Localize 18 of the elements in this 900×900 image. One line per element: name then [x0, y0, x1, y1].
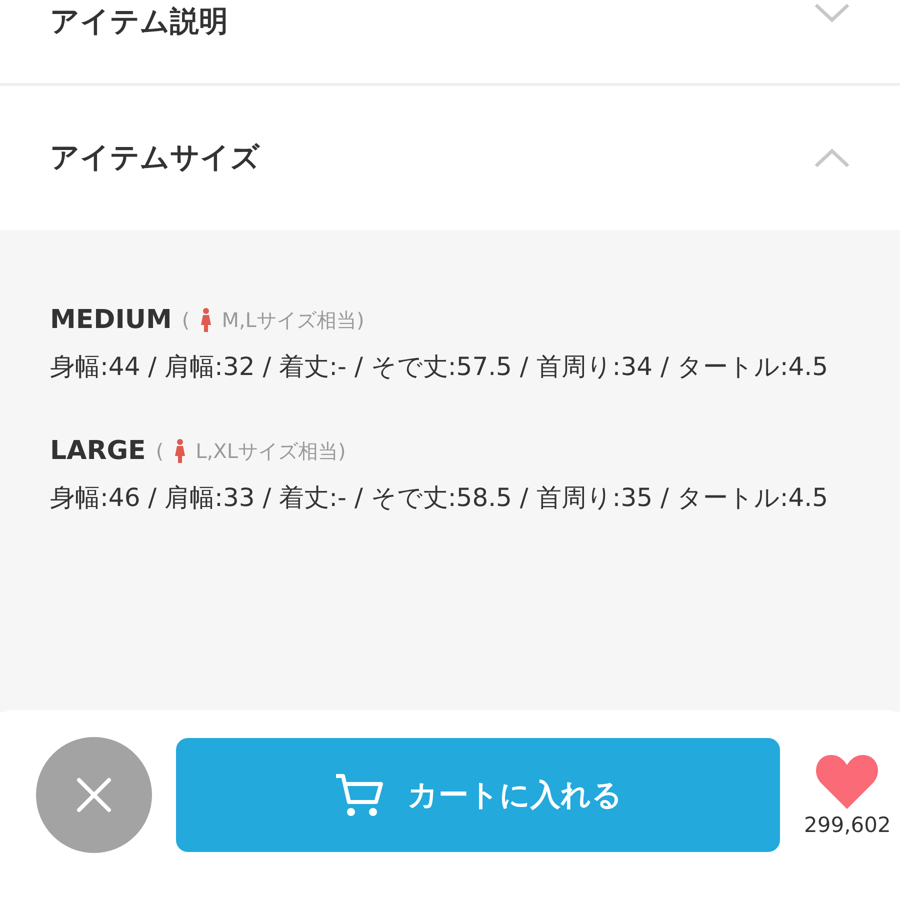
size-note: L,XLサイズ相当) — [196, 438, 346, 464]
section-title[interactable]: アイテム説明 — [50, 2, 228, 42]
size-note-bracket: ( — [156, 439, 164, 463]
size-name: LARGE — [50, 436, 146, 466]
close-icon — [76, 777, 112, 813]
size-note-bracket: ( — [182, 308, 190, 332]
woman-figure-icon — [200, 308, 212, 332]
size-name: MEDIUM — [50, 305, 172, 335]
woman-figure-icon — [174, 439, 186, 463]
heart-icon[interactable] — [815, 753, 880, 809]
size-measurements: 身幅:46 / 肩幅:33 / 着丈:- / そで丈:58.5 / 首周り:35 / タートル:4.5 — [50, 482, 829, 514]
chevron-up-icon[interactable] — [814, 147, 850, 169]
section-title[interactable]: アイテムサイズ — [50, 138, 260, 178]
size-measurements: 身幅:44 / 肩幅:32 / 着丈:- / そで丈:57.5 / 首周り:34 / タートル:4.5 — [50, 351, 829, 383]
chevron-down-icon[interactable] — [814, 2, 850, 24]
favorite-count: 299,602 — [804, 813, 891, 837]
cart-icon — [334, 772, 384, 818]
size-note: M,Lサイズ相当) — [222, 306, 364, 334]
